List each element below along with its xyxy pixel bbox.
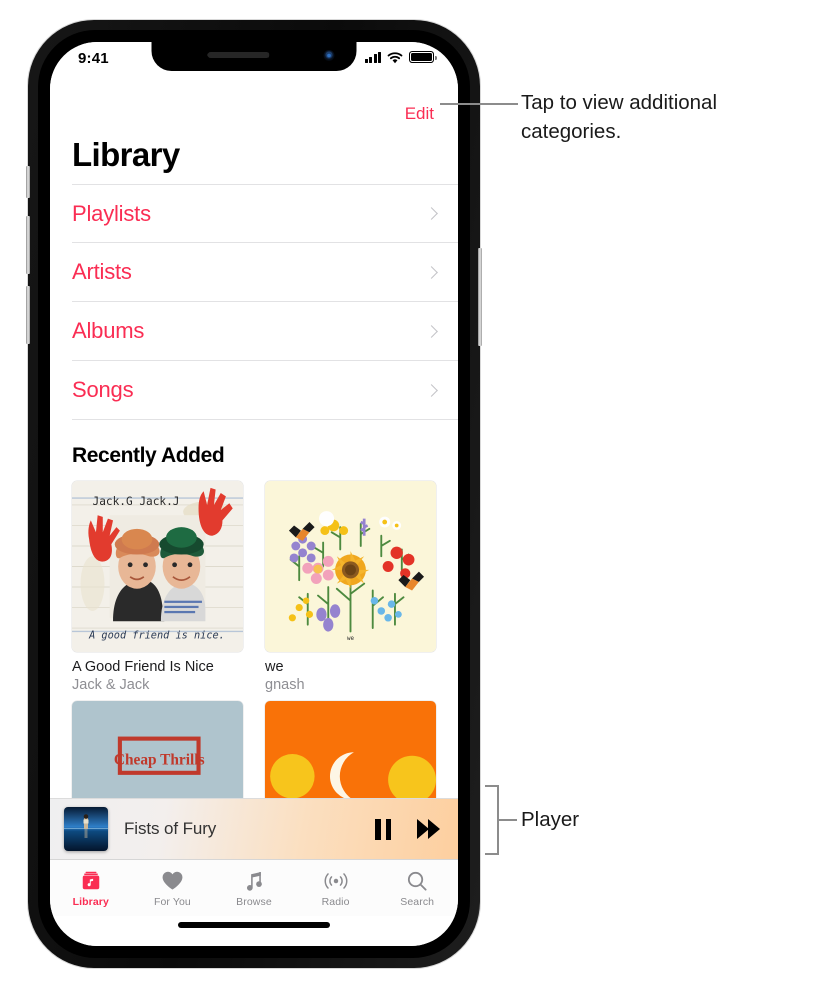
album-card[interactable]: Cheap Thrills bbox=[72, 701, 243, 798]
tab-for-you[interactable]: For You bbox=[132, 860, 214, 916]
album-artwork: Cheap Thrills bbox=[72, 701, 243, 798]
album-artwork bbox=[265, 701, 436, 798]
cellular-signal-icon bbox=[365, 52, 382, 63]
iphone-device-frame: 9:41 bbox=[28, 20, 480, 968]
home-indicator-area bbox=[50, 916, 458, 946]
chevron-right-icon bbox=[425, 325, 438, 338]
fast-forward-icon[interactable] bbox=[417, 819, 440, 839]
tab-browse[interactable]: Browse bbox=[213, 860, 295, 916]
mini-player[interactable]: Fists of Fury bbox=[50, 798, 458, 860]
pause-icon[interactable] bbox=[375, 819, 391, 840]
album-card[interactable] bbox=[265, 701, 436, 798]
svg-text:we: we bbox=[347, 636, 354, 642]
player-callout-text: Player bbox=[521, 805, 579, 834]
earpiece-speaker-icon bbox=[207, 52, 269, 58]
ring-silent-switch[interactable] bbox=[26, 166, 30, 198]
sidebar-item-songs[interactable]: Songs bbox=[72, 361, 458, 420]
category-label: Playlists bbox=[72, 201, 151, 227]
wifi-icon bbox=[387, 51, 403, 63]
heart-icon bbox=[161, 869, 184, 893]
search-icon bbox=[406, 869, 428, 893]
sidebar-item-playlists[interactable]: Playlists bbox=[72, 184, 458, 243]
side-power-button[interactable] bbox=[478, 248, 482, 346]
volume-down-button[interactable] bbox=[26, 286, 30, 344]
chevron-right-icon bbox=[425, 207, 438, 220]
status-time: 9:41 bbox=[78, 50, 109, 67]
category-label: Songs bbox=[72, 377, 133, 403]
edit-callout-leader-line bbox=[440, 103, 518, 105]
library-scroll-view[interactable]: Playlists Artists Albums bbox=[50, 184, 458, 798]
now-playing-title: Fists of Fury bbox=[124, 819, 216, 839]
volume-up-button[interactable] bbox=[26, 216, 30, 274]
tab-library[interactable]: Library bbox=[50, 860, 132, 916]
tab-bar: Library For You bbox=[50, 860, 458, 916]
page-title: Library bbox=[50, 78, 458, 184]
library-category-list: Playlists Artists Albums bbox=[50, 184, 458, 420]
sidebar-item-albums[interactable]: Albums bbox=[72, 302, 458, 361]
svg-text:Cheap Thrills: Cheap Thrills bbox=[114, 751, 205, 768]
sidebar-item-artists[interactable]: Artists bbox=[72, 243, 458, 302]
chevron-right-icon bbox=[425, 266, 438, 279]
edit-callout-text: Tap to view additional categories. bbox=[521, 88, 821, 146]
recently-added-grid: Jack.G Jack.J 1-11-02 A good friend is n… bbox=[50, 481, 458, 798]
music-app: Edit Library Playlists Artists bbox=[50, 42, 458, 946]
category-label: Artists bbox=[72, 259, 132, 285]
edit-button[interactable]: Edit bbox=[405, 104, 434, 124]
recently-added-heading: Recently Added bbox=[50, 420, 458, 481]
album-artist: gnash bbox=[265, 677, 436, 693]
battery-icon bbox=[409, 51, 434, 63]
category-label: Albums bbox=[72, 318, 144, 344]
chevron-right-icon bbox=[425, 384, 438, 397]
album-title: A Good Friend Is Nice bbox=[72, 659, 243, 675]
front-camera-icon bbox=[324, 50, 335, 61]
player-controls bbox=[375, 819, 440, 840]
radio-broadcast-icon bbox=[323, 869, 349, 893]
svg-text:A good friend is nice.: A good friend is nice. bbox=[88, 629, 225, 641]
album-artwork: we bbox=[265, 481, 436, 652]
player-callout-leader-line bbox=[499, 819, 517, 821]
album-title: we bbox=[265, 659, 436, 675]
notch bbox=[152, 42, 357, 71]
album-artwork: Jack.G Jack.J 1-11-02 A good friend is n… bbox=[72, 481, 243, 652]
svg-text:Jack.G Jack.J: Jack.G Jack.J bbox=[93, 495, 180, 508]
tab-label: For You bbox=[154, 896, 191, 908]
now-playing-artwork bbox=[64, 807, 108, 851]
album-card[interactable]: we we gnash bbox=[265, 481, 436, 693]
device-bezel: 9:41 bbox=[38, 30, 470, 958]
album-card[interactable]: Jack.G Jack.J 1-11-02 A good friend is n… bbox=[72, 481, 243, 693]
screenshot-root: 9:41 bbox=[0, 0, 827, 984]
music-note-icon bbox=[243, 869, 264, 893]
album-artist: Jack & Jack bbox=[72, 677, 243, 693]
tab-label: Browse bbox=[236, 896, 272, 908]
tab-label: Library bbox=[73, 896, 109, 908]
tab-label: Search bbox=[400, 896, 434, 908]
tab-search[interactable]: Search bbox=[376, 860, 458, 916]
tab-radio[interactable]: Radio bbox=[295, 860, 377, 916]
library-icon bbox=[80, 869, 102, 893]
tab-label: Radio bbox=[322, 896, 350, 908]
edit-callout-line-2: categories. bbox=[521, 117, 821, 146]
status-indicators bbox=[365, 51, 435, 63]
player-callout-label: Player bbox=[521, 808, 579, 831]
device-screen: 9:41 bbox=[50, 42, 458, 946]
home-indicator[interactable] bbox=[178, 922, 330, 928]
player-callout-bracket bbox=[485, 785, 499, 855]
edit-callout-line-1: Tap to view additional bbox=[521, 88, 821, 117]
